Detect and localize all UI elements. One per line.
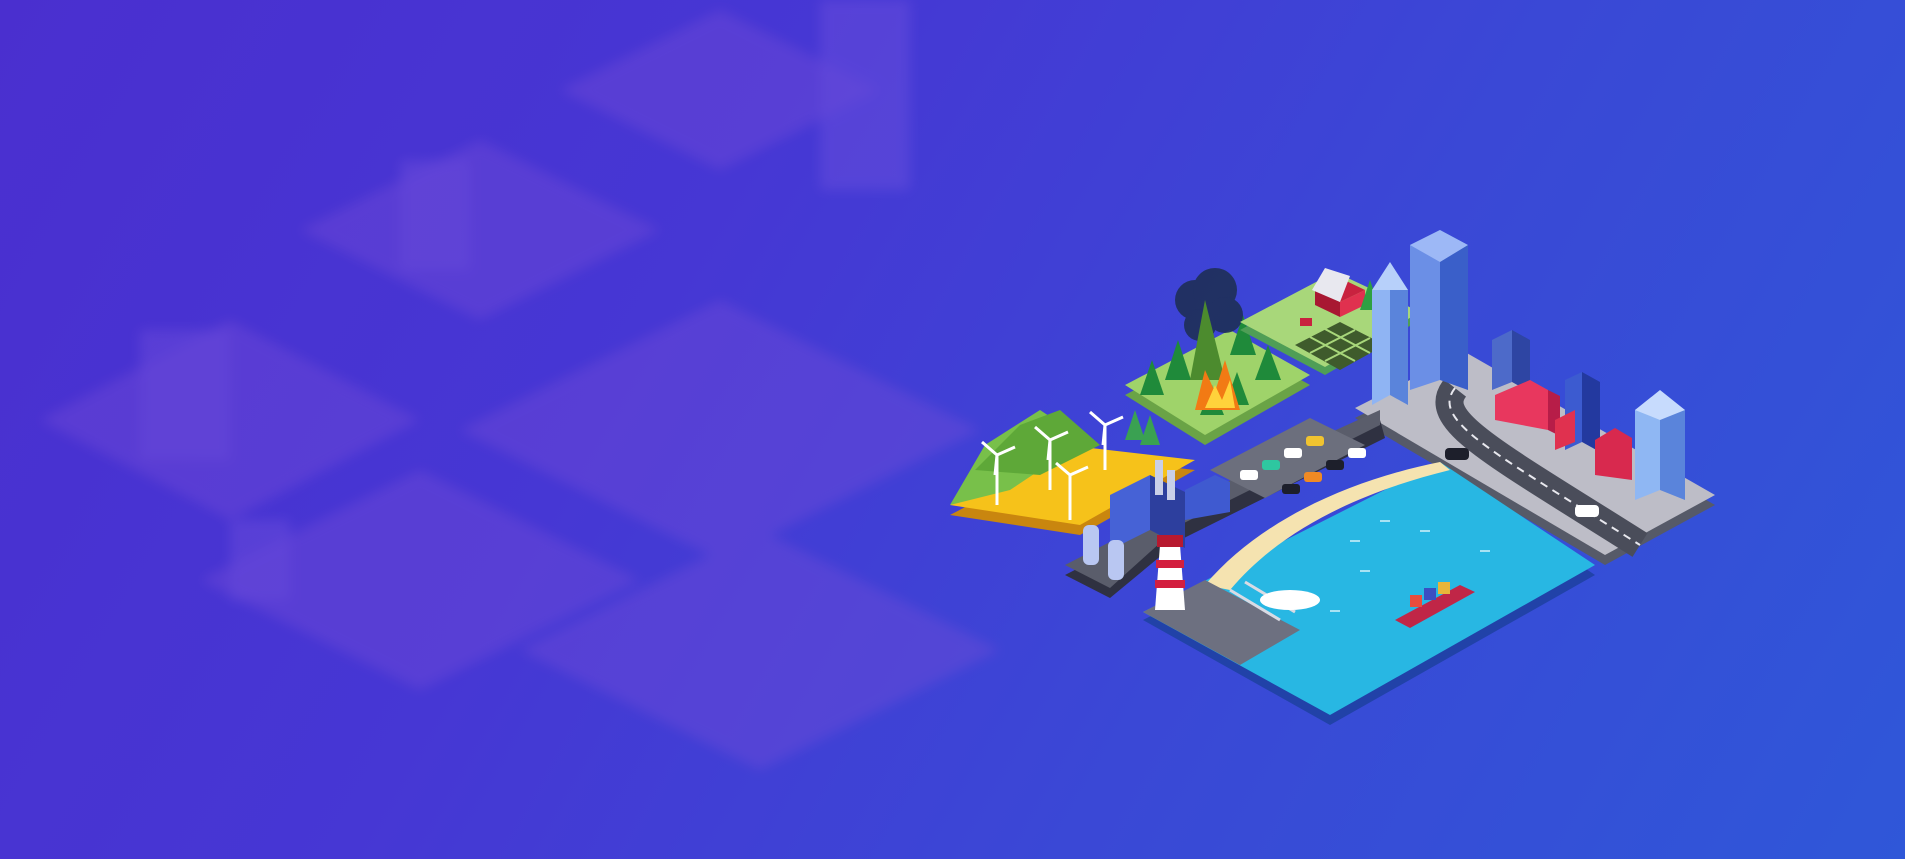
forest-fire-tile <box>1125 268 1310 445</box>
lighthouse-icon <box>1155 535 1185 610</box>
skyscraper-icon <box>1372 230 1468 405</box>
hero-banner <box>0 0 1905 859</box>
isometric-city-illustration <box>950 230 1715 725</box>
